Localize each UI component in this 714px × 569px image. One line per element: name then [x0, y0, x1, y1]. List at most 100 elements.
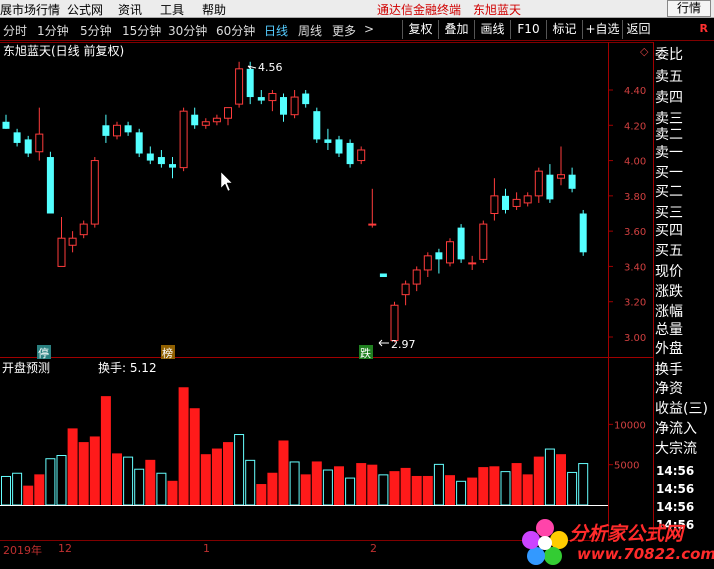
candle-body: [390, 304, 399, 342]
terminal-title: 通达信金融终端: [377, 3, 462, 17]
candle: [13, 128, 21, 147]
add-watchlist-button[interactable]: +自选: [582, 20, 622, 39]
volume-bar: [67, 428, 78, 505]
label-outer-volume: 外盘: [655, 341, 683, 357]
volume-bar: [145, 459, 156, 505]
price-tick-label: 3.20: [624, 298, 646, 309]
label-buy5: 买五: [655, 243, 683, 259]
candle: [324, 128, 332, 150]
f10-button[interactable]: F10: [510, 20, 546, 39]
menu-item-news[interactable]: 资讯: [118, 1, 142, 18]
label-buy3: 买三: [655, 205, 683, 221]
volume-bar: [334, 466, 344, 505]
marker-suspend[interactable]: 停: [37, 345, 51, 360]
candle: [346, 139, 354, 168]
candle-body: [90, 160, 99, 225]
menu-item-market[interactable]: 展市场行情: [0, 1, 60, 18]
volume-bar: [422, 475, 433, 505]
menu-item-formula[interactable]: 公式网: [67, 1, 103, 18]
candle-body: [490, 195, 499, 215]
chevron-right-icon[interactable]: >: [364, 22, 374, 36]
back-button[interactable]: 返回: [622, 20, 654, 39]
label-block-flow: 大宗流: [655, 441, 697, 457]
candle-body: [35, 133, 44, 153]
candle: [546, 164, 554, 203]
period-60min[interactable]: 60分钟: [216, 22, 255, 39]
candle: [191, 107, 199, 129]
candle: [446, 238, 454, 267]
period-15min[interactable]: 15分钟: [122, 22, 161, 39]
candle: [102, 114, 110, 143]
candle-body: [57, 237, 66, 267]
label-buy2: 买二: [655, 184, 683, 200]
candle: [379, 273, 387, 278]
candle: [479, 220, 488, 263]
candle: [2, 114, 10, 129]
candle-body: [557, 174, 565, 179]
adjust-button[interactable]: 复权: [402, 20, 438, 39]
period-1min[interactable]: 1分钟: [37, 22, 69, 39]
candle: [235, 61, 244, 108]
candle-body: [113, 124, 121, 137]
volume-bar: [234, 434, 245, 506]
time-axis-year: 2019年: [3, 544, 42, 557]
kline-chart[interactable]: 东旭蓝天(日线 前复权) ◇ 4.40 4.20 4.00 3.80 3.60 3.40 3…: [0, 42, 654, 540]
candle: [212, 114, 221, 126]
diamond-icon[interactable]: ◇: [640, 45, 649, 58]
menu-item-tools[interactable]: 工具: [160, 1, 184, 18]
watermark-logo: 分析家公式网 www.70822.com: [517, 515, 714, 569]
period-weekly[interactable]: 周线: [298, 22, 322, 39]
volume-bar: [1, 475, 11, 506]
volume-bar: [189, 408, 200, 505]
candle-body: [534, 170, 543, 197]
candle: [179, 107, 188, 172]
draw-line-button[interactable]: 画线: [474, 20, 510, 39]
volume-bar: [278, 440, 289, 505]
period-more[interactable]: 更多: [332, 22, 356, 39]
volume-bar: [378, 474, 389, 506]
volume-bar: [467, 477, 478, 505]
candle: [290, 90, 299, 119]
volume-bar: [167, 480, 178, 505]
volume-tick-label: 10000: [614, 420, 646, 431]
period-intraday[interactable]: 分时: [3, 22, 27, 39]
trade-time: 14:56: [656, 464, 695, 478]
candle: [157, 149, 165, 168]
volume-bar: [311, 461, 322, 505]
mark-button[interactable]: 标记: [546, 20, 582, 39]
candle: [113, 121, 121, 140]
period-30min[interactable]: 30分钟: [168, 22, 207, 39]
candle-body: [46, 157, 54, 214]
period-daily[interactable]: 日线: [264, 22, 288, 39]
candle: [46, 151, 54, 214]
volume-bar: [134, 468, 145, 506]
candle: [169, 157, 176, 179]
volume-bar: [533, 456, 544, 505]
candle: [90, 157, 99, 228]
candle: [124, 121, 132, 136]
menu-item-help[interactable]: 帮助: [202, 1, 226, 18]
overlay-button[interactable]: 叠加: [438, 20, 474, 39]
label-buy1: 买一: [655, 165, 683, 181]
candle: [68, 231, 77, 253]
marker-limit-down[interactable]: 跌: [359, 345, 373, 360]
indicator-name: 开盘预测: [2, 360, 50, 375]
candle-body: [302, 93, 310, 105]
label-change-pct: 涨幅: [655, 304, 683, 320]
volume-tick-label: 5000: [614, 461, 639, 472]
quote-button[interactable]: 行情: [667, 0, 711, 17]
marker-list[interactable]: 榜: [161, 345, 175, 360]
period-5min[interactable]: 5分钟: [80, 22, 112, 39]
candle-body: [179, 110, 188, 169]
volume-bar: [356, 463, 367, 505]
candle: [568, 167, 576, 193]
volume-bar: [489, 466, 500, 505]
candle-body: [191, 114, 199, 126]
volume-bar: [100, 396, 111, 505]
marker-list-text: 榜: [162, 346, 173, 360]
candle-body: [268, 93, 277, 102]
volume-bar: [544, 448, 555, 506]
volume-bar: [433, 463, 444, 506]
high-arrow-icon: [247, 65, 257, 70]
candle-body: [401, 283, 410, 296]
